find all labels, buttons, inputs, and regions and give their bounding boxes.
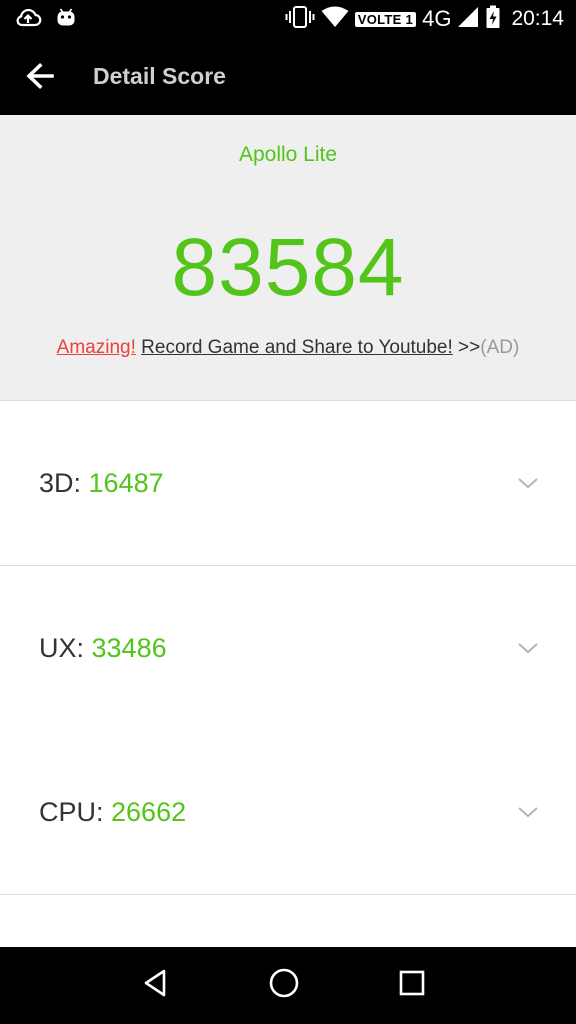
- nav-home-button[interactable]: [262, 965, 306, 1005]
- android-icon: [56, 7, 76, 32]
- score-label: CPU:: [39, 797, 112, 827]
- wifi-icon: [321, 6, 349, 33]
- cloud-upload-icon: [14, 6, 42, 33]
- score-label: UX:: [39, 633, 92, 663]
- battery-charging-icon: [485, 5, 501, 34]
- signal-icon: [457, 6, 479, 33]
- back-triangle-icon: [141, 968, 171, 1003]
- vibrate-icon: [285, 5, 315, 34]
- total-score: 83584: [171, 222, 405, 313]
- navigation-bar: [0, 947, 576, 1024]
- score-summary: Apollo Lite 83584 Amazing! Record Game a…: [0, 115, 576, 401]
- score-text: CPU: 26662: [39, 730, 186, 894]
- score-row-ux[interactable]: UX: 33486: [0, 566, 576, 731]
- chevron-down-icon[interactable]: [516, 800, 540, 824]
- promo-highlight[interactable]: Amazing!: [57, 337, 136, 358]
- screen: VOLTE 1 4G 20:14 Detail Score Apollo Lit…: [0, 0, 576, 1024]
- score-value: 16487: [88, 468, 164, 498]
- score-text: UX: 33486: [39, 566, 167, 730]
- chevron-down-icon[interactable]: [516, 471, 540, 495]
- back-button[interactable]: [20, 58, 60, 98]
- score-value: 26662: [111, 797, 187, 827]
- clock: 20:14: [511, 7, 564, 30]
- status-left: [14, 7, 76, 31]
- device-name: Apollo Lite: [238, 143, 338, 166]
- chevron-down-icon[interactable]: [516, 636, 540, 660]
- promo-ad-label: (AD): [480, 337, 520, 358]
- score-row-cpu[interactable]: CPU: 26662: [0, 730, 576, 895]
- page-title: Detail Score: [93, 63, 226, 89]
- nav-back-button[interactable]: [134, 965, 178, 1005]
- nav-recents-button[interactable]: [390, 965, 434, 1005]
- score-value: 33486: [91, 633, 167, 663]
- score-row-3d[interactable]: 3D: 16487: [0, 401, 576, 566]
- promo-banner[interactable]: Amazing! Record Game and Share to Youtub…: [0, 336, 576, 360]
- status-bar: VOLTE 1 4G 20:14: [0, 0, 576, 38]
- network-type-label: 4G: [422, 6, 452, 31]
- status-right: VOLTE 1 4G 20:14: [285, 5, 564, 34]
- app-bar: Detail Score: [0, 38, 576, 115]
- volte-badge: VOLTE 1: [354, 11, 417, 27]
- score-text: 3D: 16487: [39, 401, 164, 565]
- promo-link[interactable]: Record Game and Share to Youtube!: [141, 337, 453, 358]
- recents-square-icon: [398, 969, 426, 1002]
- home-circle-icon: [268, 967, 300, 1004]
- promo-arrows: >>: [458, 337, 481, 358]
- arrow-back-icon: [25, 61, 55, 96]
- score-label: 3D:: [39, 468, 89, 498]
